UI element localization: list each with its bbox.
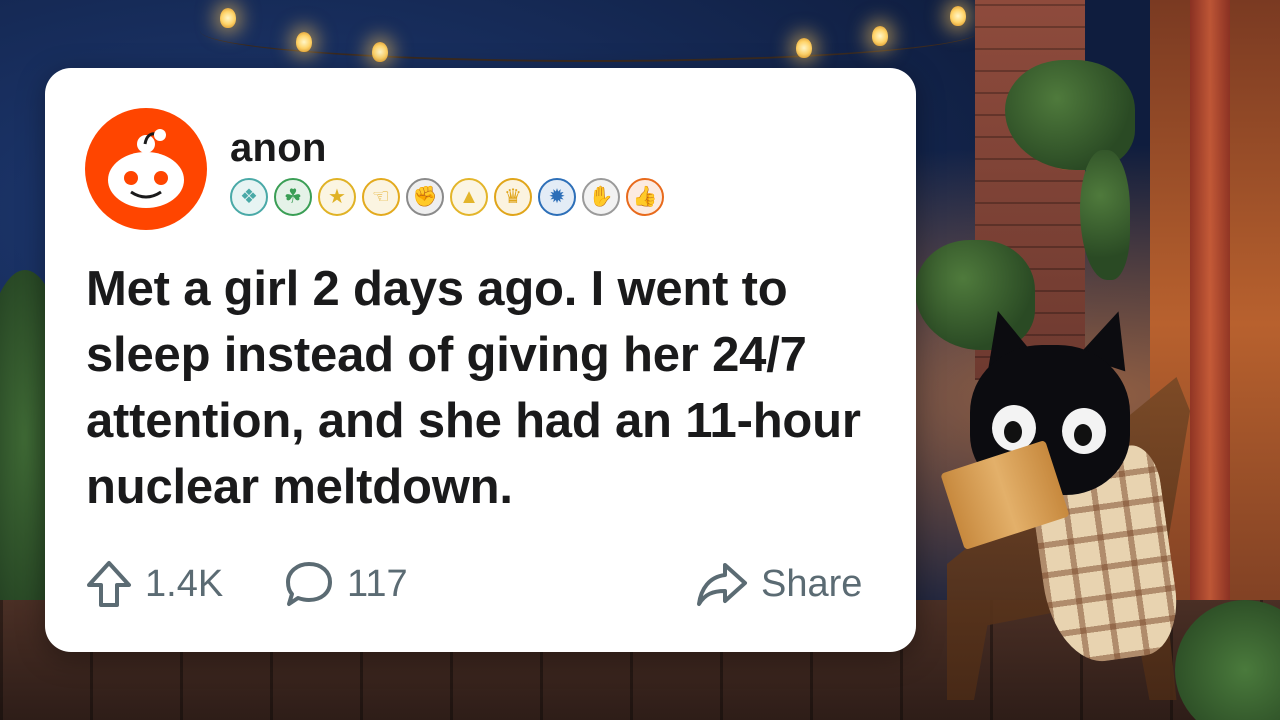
share-button[interactable]: Share [695,556,862,612]
thumbs-up-fire-icon[interactable]: 👍 [626,178,664,216]
upvote-count: 1.4K [145,562,224,605]
snoo-icon [108,129,184,208]
comment-count: 117 [347,562,408,605]
light-bulb [796,38,812,58]
gold-triangle-icon[interactable]: ▲ [450,178,488,216]
light-bulb [296,32,312,52]
plus-one-burst-icon[interactable]: ✹ [538,178,576,216]
upvote-arrow-icon [87,561,131,607]
gold-trophy-icon[interactable]: ♛ [494,178,532,216]
curtain [1190,0,1230,660]
comments-button[interactable]: 117 [283,556,408,612]
hanging-vine [1080,150,1130,280]
comment-bubble-icon [286,562,332,606]
light-bulb [220,8,236,28]
awards-row: ❖ ☘ ★ ☜ ✊ ▲ ♛ ✹ ✋ 👍 [230,178,664,216]
light-bulb [372,42,388,62]
post-actions: 1.4K 117 Share [85,556,885,612]
post-title: Met a girl 2 days ago. I went to sleep i… [86,262,861,514]
upvote-button[interactable]: 1.4K [85,556,223,612]
light-bulb [872,26,888,46]
share-label: Share [761,562,863,605]
string-lights [200,0,980,62]
light-bulb [950,6,966,26]
cat-eye [1062,408,1106,454]
handshake-icon[interactable]: ✊ [406,178,444,216]
clapping-hands-icon[interactable]: ✋ [582,178,620,216]
gold-star-icon[interactable]: ★ [318,178,356,216]
post-card: anon ❖ ☘ ★ ☜ ✊ ▲ ♛ ✹ ✋ 👍 Met a girl 2 days ago. I… [45,68,916,652]
share-arrow-icon [697,563,747,606]
reddit-avatar-icon[interactable] [85,108,207,230]
username[interactable]: anon [230,126,327,171]
green-clover-icon[interactable]: ☘ [274,178,312,216]
pointing-hand-icon[interactable]: ☜ [362,178,400,216]
cyan-badge-icon[interactable]: ❖ [230,178,268,216]
